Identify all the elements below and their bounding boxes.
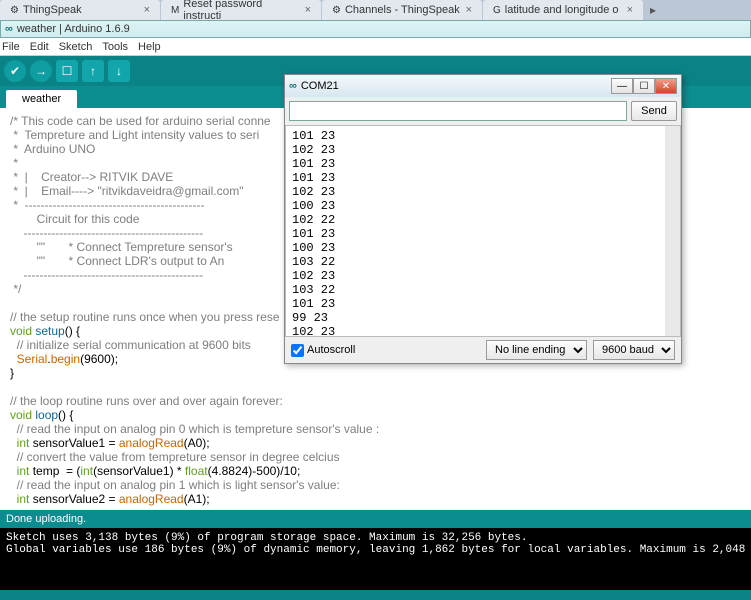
tab-close-icon[interactable]: × [627, 4, 633, 16]
browser-tab[interactable]: ⚙ ThingSpeak × [0, 0, 160, 20]
code-line: void loop() { [10, 408, 741, 422]
code-line: } [10, 366, 741, 380]
code-line: int temp = (int(sensorValue1) * float(4.… [10, 464, 741, 478]
browser-tab[interactable]: ⚙ Channels - ThingSpeak × [322, 0, 482, 20]
menu-file[interactable]: File [2, 41, 20, 53]
ide-console: Sketch uses 3,138 bytes (9%) of program … [0, 528, 751, 590]
upload-button[interactable]: → [30, 60, 52, 82]
window-title-text: weather | Arduino 1.6.9 [17, 23, 130, 35]
tab-close-icon[interactable]: × [144, 4, 150, 16]
tab-label: Channels - ThingSpeak [345, 4, 460, 16]
code-line [10, 380, 741, 394]
tab-close-icon[interactable]: × [466, 4, 472, 16]
serial-output: 101 23 102 23 101 23 101 23 102 23 100 2… [285, 125, 665, 337]
browser-tab[interactable]: M Reset password instructi × [161, 0, 321, 20]
favicon-icon: G [493, 5, 501, 16]
new-sketch-button[interactable]: ☐ [56, 60, 78, 82]
serial-input-row: Send [285, 97, 681, 125]
browser-tab-strip: ⚙ ThingSpeak × M Reset password instructi × ⚙ C… [0, 0, 751, 20]
code-line: int sensorValue2 = analogRead(A1); [10, 492, 741, 506]
code-line: // read the input on analog pin 1 which … [10, 478, 741, 492]
ide-footer [0, 590, 751, 600]
browser-tab[interactable]: Glatitude and longitude o × [483, 0, 643, 20]
minimize-button[interactable]: — [611, 78, 633, 94]
menu-help[interactable]: Help [138, 41, 161, 53]
code-line: // convert the value from tempreture sen… [10, 450, 741, 464]
baud-select[interactable]: 9600 baud [593, 340, 675, 360]
favicon-icon: ⚙ [10, 5, 19, 16]
status-text: Done uploading. [6, 513, 86, 525]
serial-logo-icon: ∞ [289, 80, 297, 92]
tab-label: latitude and longitude o [505, 4, 619, 16]
code-line: // read the input on analog pin 0 which … [10, 422, 741, 436]
menu-edit[interactable]: Edit [30, 41, 49, 53]
favicon-icon: M [171, 5, 179, 16]
arduino-menu-bar: File Edit Sketch Tools Help [0, 38, 751, 56]
maximize-button[interactable]: ☐ [633, 78, 655, 94]
menu-sketch[interactable]: Sketch [59, 41, 93, 53]
autoscroll-checkbox[interactable] [291, 344, 304, 357]
serial-title-bar: ∞ COM21 — ☐ ✕ [285, 75, 681, 97]
close-button[interactable]: ✕ [655, 78, 677, 94]
line-ending-select[interactable]: No line ending [486, 340, 587, 360]
tab-close-icon[interactable]: × [305, 4, 311, 16]
tab-label: Reset password instructi [183, 0, 300, 20]
arduino-window-title: ∞ weather | Arduino 1.6.9 [0, 20, 751, 38]
new-tab-button[interactable]: ▸ [644, 0, 662, 20]
arduino-logo-icon: ∞ [5, 23, 13, 35]
tab-label: ThingSpeak [23, 4, 82, 16]
menu-tools[interactable]: Tools [102, 41, 128, 53]
verify-button[interactable]: ✔ [4, 60, 26, 82]
sketch-tab[interactable]: weather [6, 90, 77, 108]
open-sketch-button[interactable]: ↑ [82, 60, 104, 82]
serial-scrollbar[interactable] [665, 125, 681, 337]
code-line: // the loop routine runs over and over a… [10, 394, 741, 408]
serial-monitor-window: ∞ COM21 — ☐ ✕ Send 101 23 102 23 101 23 … [284, 74, 682, 364]
autoscroll-checkbox-label[interactable]: Autoscroll [291, 344, 355, 357]
serial-input[interactable] [289, 101, 627, 121]
save-sketch-button[interactable]: ↓ [108, 60, 130, 82]
serial-footer: Autoscroll No line ending 9600 baud [285, 337, 681, 363]
autoscroll-text: Autoscroll [307, 344, 355, 356]
favicon-icon: ⚙ [332, 5, 341, 16]
code-line: int sensorValue1 = analogRead(A0); [10, 436, 741, 450]
ide-status-bar: Done uploading. [0, 510, 751, 528]
serial-title-text: COM21 [301, 80, 339, 92]
send-button[interactable]: Send [631, 101, 677, 121]
